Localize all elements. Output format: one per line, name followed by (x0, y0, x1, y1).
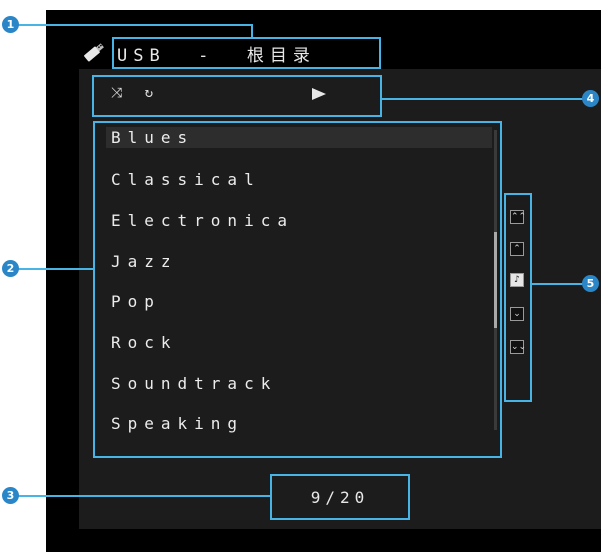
callout-line-4 (381, 98, 586, 100)
scrollbar-thumb[interactable] (494, 232, 497, 328)
callout-badge-4: 4 (582, 90, 599, 107)
callout-line-3 (18, 495, 271, 497)
usb-drive-icon (84, 43, 104, 62)
callout-badge-1: 1 (2, 16, 19, 33)
callout-badge-5: 5 (582, 275, 599, 292)
source-title-frame (112, 37, 381, 69)
callout-badge-3: 3 (2, 487, 19, 504)
content-list-frame (93, 121, 502, 458)
playback-status-frame (92, 75, 382, 117)
callout-line-1-drop (251, 24, 253, 38)
navigation-buttons-frame (504, 193, 532, 402)
page-counter-frame (270, 474, 410, 520)
callout-badge-2: 2 (2, 260, 19, 277)
callout-line-1 (18, 24, 252, 26)
callout-line-5 (531, 283, 586, 285)
callout-line-2 (18, 268, 94, 270)
